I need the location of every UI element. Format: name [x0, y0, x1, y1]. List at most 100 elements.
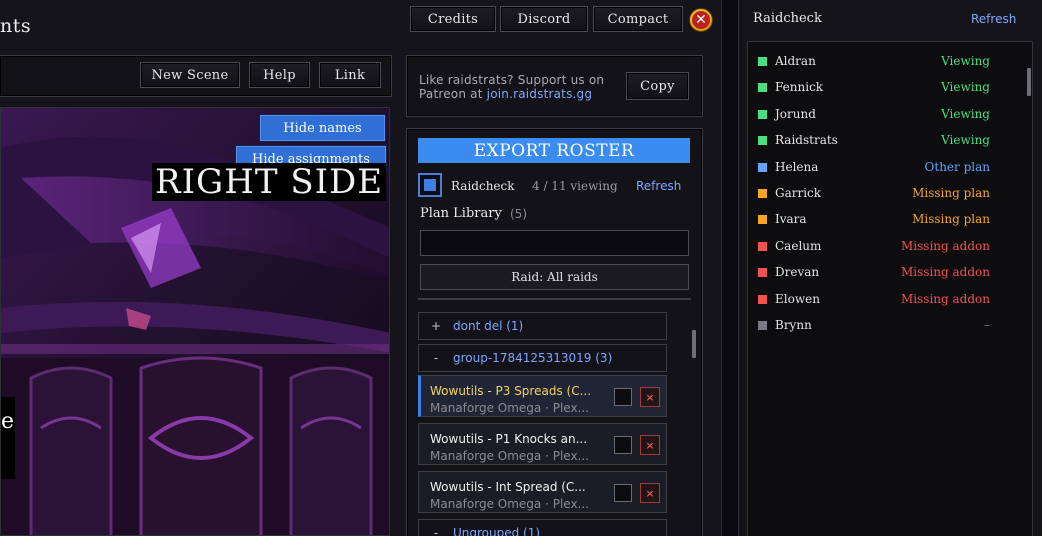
status-dot-icon	[758, 268, 767, 278]
group-row-dont-del[interactable]: + dont del (1)	[418, 312, 667, 340]
checkbox-fill-icon	[424, 179, 436, 191]
plan-item[interactable]: Wowutils - P3 Spreads (C... Manaforge Om…	[418, 375, 667, 417]
help-button[interactable]: Help	[249, 62, 310, 88]
plan-subtitle: Manaforge Omega · Plex...	[430, 497, 589, 511]
expand-icon[interactable]: +	[419, 319, 453, 333]
plan-select-checkbox[interactable]	[614, 388, 632, 406]
plan-title: Wowutils - Int Spread (C...	[430, 480, 586, 494]
raidcheck-member-row: Aldran Viewing	[758, 52, 990, 72]
raidcheck-member-row: Jorund Viewing	[758, 105, 990, 125]
patreon-link[interactable]: join.raidstrats.gg	[487, 87, 593, 101]
status-dot-icon	[758, 215, 767, 225]
compact-button[interactable]: Compact	[593, 6, 683, 32]
status-dot-icon	[758, 83, 767, 93]
hide-names-button[interactable]: Hide names	[260, 115, 385, 141]
plan-search-input[interactable]	[420, 230, 689, 256]
new-scene-button[interactable]: New Scene	[140, 62, 240, 88]
member-name: Elowen	[775, 291, 820, 306]
status-dot-icon	[758, 57, 767, 66]
member-status: Missing addon	[901, 265, 990, 280]
member-name: Aldran	[775, 54, 816, 68]
close-button[interactable]: ✕	[689, 8, 713, 32]
plan-title: Wowutils - P1 Knocks an...	[430, 432, 588, 446]
link-button[interactable]: Link	[319, 62, 381, 88]
member-status: Viewing	[941, 133, 990, 148]
delete-plan-button[interactable]: ×	[640, 387, 660, 407]
raidcheck-member-list: Aldran Viewing Fennick Viewing Jorund Viewing…	[747, 41, 1033, 536]
group-row-group-1784125313019[interactable]: - group-1784125313019 (3)	[418, 344, 667, 372]
member-status: Viewing	[941, 106, 990, 121]
group-label: dont del (1)	[453, 319, 524, 333]
member-status: Viewing	[941, 80, 990, 95]
plan-item[interactable]: Wowutils - P1 Knocks an... Manaforge Ome…	[418, 423, 667, 465]
raidcheck-window-refresh-link[interactable]: Refresh	[971, 12, 1016, 26]
status-dot-icon	[758, 241, 767, 251]
plan-select-checkbox[interactable]	[614, 436, 632, 454]
divider	[418, 298, 691, 300]
raidcheck-window: Raidcheck Refresh Aldran Viewing Fennick Vi…	[738, 0, 1042, 536]
member-name: Jorund	[775, 106, 816, 121]
member-status: Missing addon	[901, 238, 990, 253]
member-name: Drevan	[775, 265, 820, 280]
raid-filter-select[interactable]: Raid: All raids	[420, 264, 689, 290]
plan-library-count: (5)	[510, 207, 527, 221]
plan-select-checkbox[interactable]	[614, 484, 632, 502]
raidcheck-label: Raidcheck	[451, 179, 515, 193]
status-dot-icon	[758, 294, 767, 304]
member-status: Missing plan	[912, 212, 990, 227]
group-label: Ungrouped (1)	[453, 526, 541, 536]
group-label: group-1784125313019 (3)	[453, 351, 613, 365]
raidcheck-refresh-link[interactable]: Refresh	[636, 179, 681, 193]
plan-subtitle: Manaforge Omega · Plex...	[430, 449, 589, 463]
collapse-icon[interactable]: -	[419, 526, 453, 536]
member-status: Missing addon	[901, 291, 990, 306]
support-text: Like raidstrats? Support us on Patreon a…	[419, 73, 619, 101]
member-name: Fennick	[775, 80, 824, 95]
window-title: nts	[0, 15, 32, 37]
raidcheck-window-title: Raidcheck	[753, 11, 822, 26]
member-status: –	[984, 318, 990, 332]
raidcheck-viewing-count: 4 / 11 viewing	[532, 179, 618, 193]
member-status: Missing plan	[912, 186, 990, 200]
scene-heading-label[interactable]: RIGHT SIDE	[152, 163, 387, 201]
raidcheck-member-row: Elowen Missing addon	[758, 290, 990, 310]
delete-plan-button[interactable]: ×	[640, 435, 660, 455]
member-list-scrollbar[interactable]	[1027, 68, 1031, 96]
raidcheck-member-row: Ivara Missing plan	[758, 210, 990, 230]
plan-item[interactable]: Wowutils - Int Spread (C... Manaforge Om…	[418, 471, 667, 513]
delete-plan-button[interactable]: ×	[640, 483, 660, 503]
member-name: Helena	[775, 159, 819, 174]
plan-library-title: Plan Library	[420, 206, 502, 221]
status-dot-icon	[758, 189, 767, 198]
raidcheck-member-row: Fennick Viewing	[758, 78, 990, 98]
member-name: Garrick	[775, 186, 822, 200]
plan-subtitle: Manaforge Omega · Plex...	[430, 401, 589, 415]
status-dot-icon	[758, 136, 767, 146]
raidcheck-member-row: Raidstrats Viewing	[758, 131, 990, 151]
raidcheck-member-row: Helena Other plan	[758, 158, 990, 178]
member-name: Caelum	[775, 238, 822, 253]
status-dot-icon	[758, 321, 767, 330]
close-icon: ✕	[692, 11, 710, 29]
member-status: Viewing	[941, 54, 990, 68]
member-name: Raidstrats	[775, 133, 838, 148]
plan-list-scrollbar[interactable]	[692, 330, 696, 358]
member-name: Brynn	[775, 318, 812, 332]
plan-title: Wowutils - P3 Spreads (C...	[430, 384, 592, 398]
export-roster-button[interactable]: EXPORT ROSTER	[418, 138, 690, 163]
raidcheck-member-row: Drevan Missing addon	[758, 263, 990, 283]
member-name: Ivara	[775, 212, 807, 227]
raidcheck-member-row: Brynn –	[758, 316, 990, 336]
scene-text-label-fragment[interactable]: e	[1, 397, 15, 479]
collapse-icon[interactable]: -	[419, 351, 453, 365]
raidcheck-member-row: Garrick Missing plan	[758, 184, 990, 204]
raidcheck-member-row: Caelum Missing addon	[758, 237, 990, 257]
copy-button[interactable]: Copy	[626, 72, 689, 100]
discord-button[interactable]: Discord	[500, 6, 588, 32]
raidcheck-toggle[interactable]	[418, 173, 442, 197]
scene-canvas[interactable]: Hide names Hide assignments RIGHT SIDE e	[0, 107, 390, 536]
main-window: nts Credits Discord Compact ✕ New Scene …	[0, 0, 722, 536]
credits-button[interactable]: Credits	[410, 6, 496, 32]
group-row-ungrouped[interactable]: - Ungrouped (1)	[418, 519, 667, 536]
status-dot-icon	[758, 109, 767, 119]
